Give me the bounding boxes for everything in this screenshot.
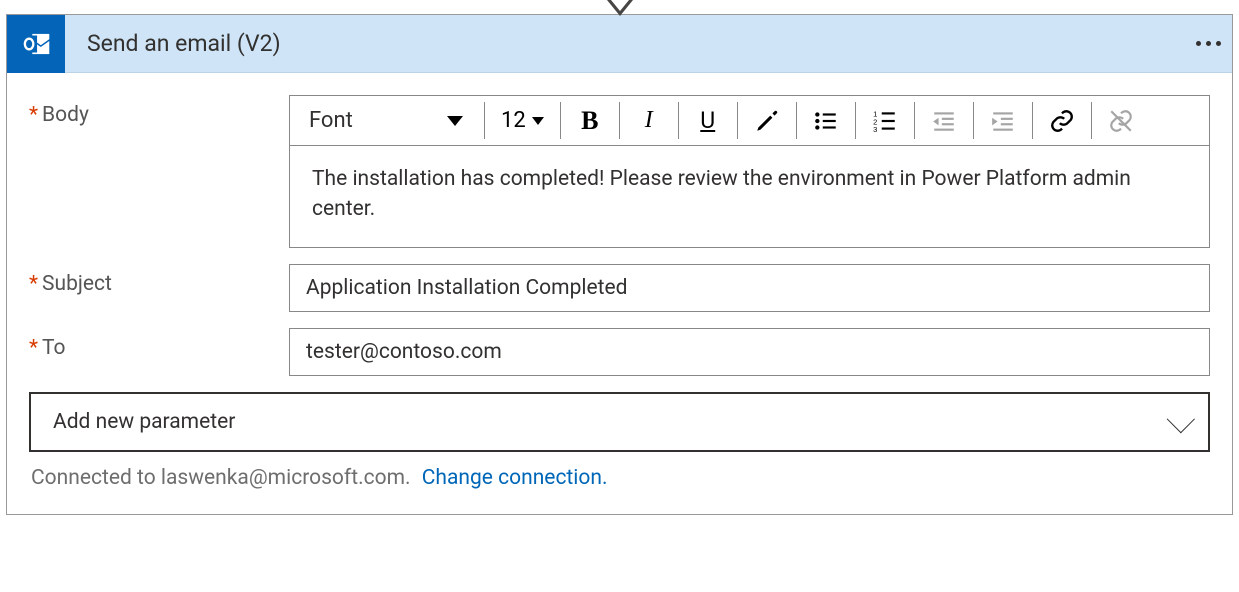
italic-button[interactable]: I — [628, 96, 670, 145]
bullet-list-button[interactable] — [805, 96, 847, 145]
card-title: Send an email (V2) — [65, 30, 1184, 57]
subject-label: *Subject — [29, 264, 289, 312]
flow-arrow-in — [607, 0, 633, 16]
card-header[interactable]: Send an email (V2) — [7, 15, 1232, 73]
chevron-down-icon — [447, 116, 463, 126]
add-parameter-dropdown[interactable]: Add new parameter — [29, 392, 1210, 452]
to-input[interactable] — [289, 328, 1210, 376]
font-size-dropdown[interactable]: 12 — [493, 96, 552, 145]
dropdown-placeholder: Add new parameter — [53, 410, 235, 434]
chevron-down-icon — [1167, 405, 1195, 433]
body-label: *Body — [29, 95, 289, 248]
insert-link-button[interactable] — [1041, 96, 1083, 145]
subject-input[interactable] — [289, 264, 1210, 312]
outlook-icon — [7, 15, 65, 73]
more-actions-button[interactable] — [1184, 15, 1232, 72]
to-label: *To — [29, 328, 289, 376]
connection-footer: Connected to laswenka@microsoft.com. Cha… — [29, 452, 1210, 504]
change-connection-link[interactable]: Change connection. — [416, 466, 608, 490]
color-picker-button[interactable] — [746, 96, 788, 145]
decrease-indent-button — [923, 96, 965, 145]
svg-text:3: 3 — [873, 124, 877, 133]
bold-button[interactable]: B — [569, 96, 611, 145]
body-editor[interactable]: The installation has completed! Please r… — [290, 146, 1209, 247]
connected-to-text: Connected to laswenka@microsoft.com. — [31, 466, 411, 490]
rte-toolbar: Font 12 B I U — [290, 96, 1209, 146]
underline-button[interactable]: U — [687, 96, 729, 145]
increase-indent-button — [982, 96, 1024, 145]
chevron-down-icon — [532, 117, 544, 125]
rich-text-editor: Font 12 B I U — [289, 95, 1210, 248]
action-card: Send an email (V2) *Body Font — [6, 14, 1233, 515]
numbered-list-button[interactable]: 1 2 3 — [864, 96, 906, 145]
remove-link-button — [1100, 96, 1142, 145]
font-family-dropdown[interactable]: Font — [296, 96, 476, 145]
